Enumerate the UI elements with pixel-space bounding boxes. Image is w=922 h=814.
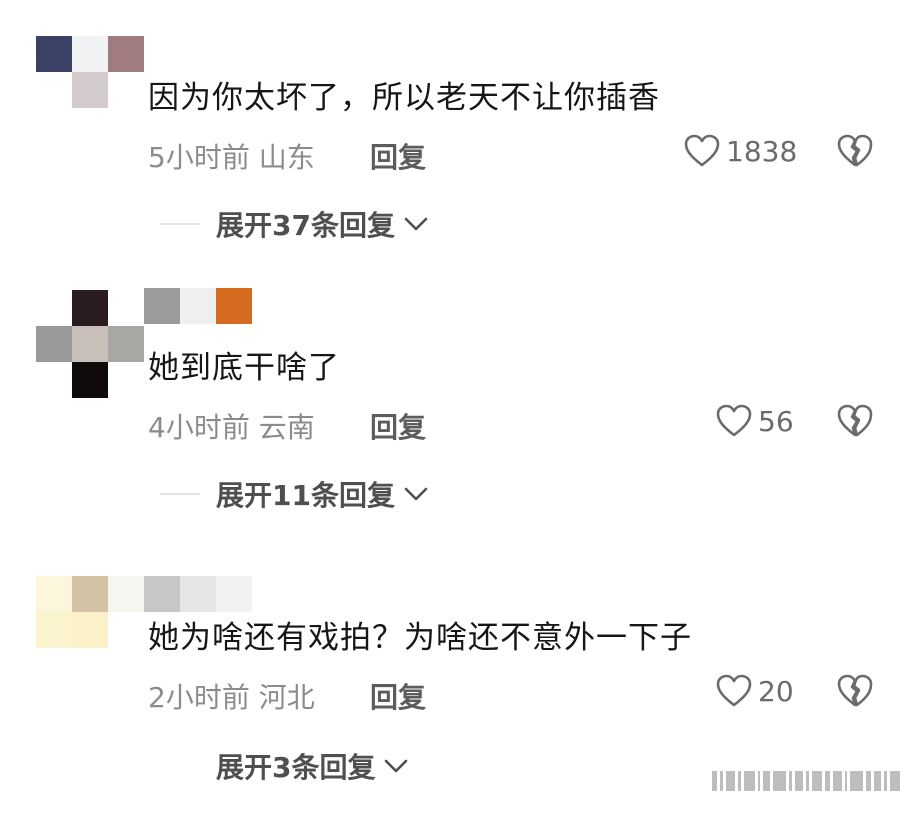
reply-button[interactable]: 回复: [370, 406, 426, 446]
comment-item: 因为你太坏了，所以老天不让你插香 5小时前 山东 回复 1838 展开37条回复: [0, 0, 922, 270]
comment-time-location: 5小时前 山东: [148, 141, 315, 174]
dislike-button[interactable]: [836, 404, 874, 438]
like-count: 1838: [726, 134, 798, 168]
reply-button[interactable]: 回复: [370, 136, 426, 176]
like-count: 20: [758, 674, 794, 708]
broken-heart-icon: [837, 674, 873, 707]
chevron-down-icon: [404, 487, 428, 501]
avatar[interactable]: [36, 36, 144, 144]
heart-icon: [684, 134, 720, 167]
avatar[interactable]: [36, 576, 144, 684]
dislike-button[interactable]: [836, 674, 874, 708]
expand-label: 展开11条回复: [216, 479, 395, 512]
heart-icon: [716, 404, 752, 437]
heart-icon: [716, 674, 752, 707]
comment-text: 她为啥还有戏拍？为啥还不意外一下子: [148, 620, 692, 656]
like-button[interactable]: 20: [716, 674, 794, 708]
expand-line: [160, 493, 200, 495]
comment-item: 她到底干啥了 4小时前 云南 回复 56 展开11条回复: [0, 270, 922, 540]
comment-time-location: 2小时前 河北: [148, 681, 315, 714]
chevron-down-icon: [385, 759, 408, 773]
avatar[interactable]: [36, 290, 144, 398]
expand-label: 展开37条回复: [216, 209, 395, 242]
like-button[interactable]: 56: [716, 404, 794, 438]
like-count: 56: [758, 404, 794, 438]
broken-heart-icon: [837, 404, 873, 437]
dislike-button[interactable]: [836, 134, 874, 168]
watermark: [712, 770, 901, 792]
reply-button[interactable]: 回复: [370, 676, 426, 716]
expand-replies-button[interactable]: 展开37条回复: [160, 204, 429, 244]
expand-line: [160, 223, 200, 225]
comment-text: 因为你太坏了，所以老天不让你插香: [148, 80, 660, 116]
expand-replies-button[interactable]: 展开3条回复: [160, 746, 409, 786]
like-button[interactable]: 1838: [684, 134, 797, 168]
expand-replies-button[interactable]: 展开11条回复: [160, 474, 429, 514]
chevron-down-icon: [404, 217, 428, 231]
expand-label: 展开3条回复: [216, 751, 376, 784]
comment-text: 她到底干啥了: [148, 350, 340, 386]
broken-heart-icon: [837, 134, 873, 167]
comment-time-location: 4小时前 云南: [148, 411, 315, 444]
